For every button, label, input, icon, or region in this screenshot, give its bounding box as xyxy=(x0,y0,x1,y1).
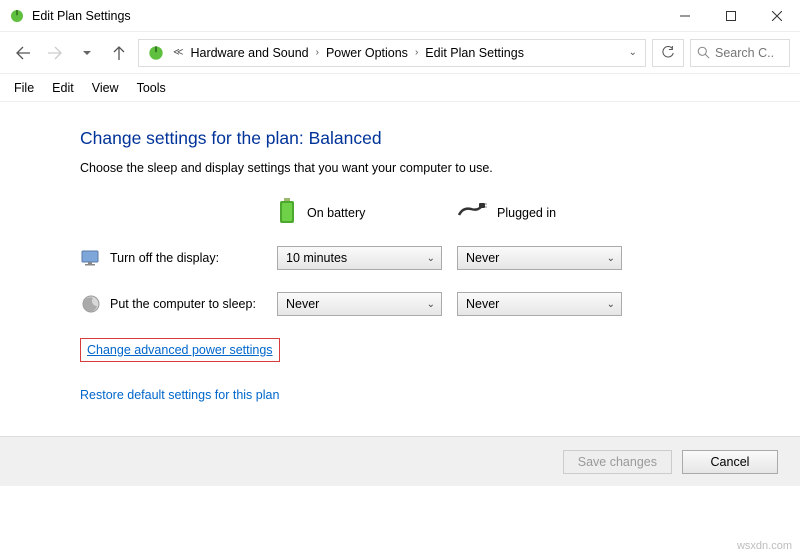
sleep-timeout-label: Put the computer to sleep: xyxy=(110,297,277,311)
save-button[interactable]: Save changes xyxy=(563,450,672,474)
dropdown-value: Never xyxy=(466,251,499,265)
page-subtext: Choose the sleep and display settings th… xyxy=(80,161,776,175)
highlight-box: Change advanced power settings xyxy=(80,338,280,362)
plug-icon xyxy=(457,201,487,224)
sleep-plugged-dropdown[interactable]: Never ⌄ xyxy=(457,292,622,316)
menu-bar: File Edit View Tools xyxy=(0,74,800,102)
up-button[interactable] xyxy=(106,40,132,66)
forward-button[interactable] xyxy=(42,40,68,66)
breadcrumb[interactable]: ≪ Hardware and Sound › Power Options › E… xyxy=(138,39,646,67)
advanced-link-row: Change advanced power settings xyxy=(80,338,776,362)
footer-bar: Save changes Cancel xyxy=(0,436,800,486)
refresh-button[interactable] xyxy=(652,39,684,67)
sleep-icon xyxy=(80,293,102,315)
battery-icon xyxy=(277,197,297,228)
chevron-down-icon: ⌄ xyxy=(427,299,435,310)
dropdown-value: Never xyxy=(286,297,319,311)
chevron-down-icon[interactable]: ⌄ xyxy=(625,47,641,58)
chevron-right-icon: › xyxy=(413,47,420,58)
change-advanced-link[interactable]: Change advanced power settings xyxy=(87,343,273,357)
watermark: wsxdn.com xyxy=(737,540,792,552)
power-options-icon xyxy=(146,43,166,63)
column-headers: On battery Plugged in xyxy=(80,197,776,228)
dropdown-value: 10 minutes xyxy=(286,251,347,265)
recent-locations-button[interactable] xyxy=(74,40,100,66)
back-button[interactable] xyxy=(10,40,36,66)
display-plugged-dropdown[interactable]: Never ⌄ xyxy=(457,246,622,270)
search-box[interactable] xyxy=(690,39,790,67)
nav-bar: ≪ Hardware and Sound › Power Options › E… xyxy=(0,32,800,74)
window-title: Edit Plan Settings xyxy=(32,9,662,23)
search-icon xyxy=(697,46,710,59)
close-button[interactable] xyxy=(754,0,800,32)
title-bar: Edit Plan Settings xyxy=(0,0,800,32)
breadcrumb-item[interactable]: Hardware and Sound xyxy=(187,46,311,60)
maximize-button[interactable] xyxy=(708,0,754,32)
chevron-down-icon: ⌄ xyxy=(427,253,435,264)
chevron-down-icon: ⌄ xyxy=(607,253,615,264)
menu-view[interactable]: View xyxy=(84,78,127,98)
column-battery-label: On battery xyxy=(307,206,365,220)
menu-tools[interactable]: Tools xyxy=(129,78,174,98)
sleep-timeout-row: Put the computer to sleep: Never ⌄ Never… xyxy=(80,292,776,316)
display-timeout-label: Turn off the display: xyxy=(110,251,277,265)
display-icon xyxy=(80,247,102,269)
column-battery: On battery xyxy=(277,197,457,228)
menu-edit[interactable]: Edit xyxy=(44,78,82,98)
content-area: Change settings for the plan: Balanced C… xyxy=(0,102,800,418)
chevron-left-icon: ≪ xyxy=(171,47,185,58)
power-options-icon xyxy=(8,7,26,25)
breadcrumb-item[interactable]: Edit Plan Settings xyxy=(422,46,527,60)
page-title: Change settings for the plan: Balanced xyxy=(80,128,776,149)
dropdown-value: Never xyxy=(466,297,499,311)
column-plugged: Plugged in xyxy=(457,201,637,224)
chevron-right-icon: › xyxy=(314,47,321,58)
breadcrumb-item[interactable]: Power Options xyxy=(323,46,411,60)
display-battery-dropdown[interactable]: 10 minutes ⌄ xyxy=(277,246,442,270)
sleep-battery-dropdown[interactable]: Never ⌄ xyxy=(277,292,442,316)
chevron-down-icon: ⌄ xyxy=(607,299,615,310)
restore-defaults-link[interactable]: Restore default settings for this plan xyxy=(80,388,279,402)
column-plugged-label: Plugged in xyxy=(497,206,556,220)
minimize-button[interactable] xyxy=(662,0,708,32)
search-input[interactable] xyxy=(715,46,775,60)
menu-file[interactable]: File xyxy=(6,78,42,98)
display-timeout-row: Turn off the display: 10 minutes ⌄ Never… xyxy=(80,246,776,270)
cancel-button[interactable]: Cancel xyxy=(682,450,778,474)
